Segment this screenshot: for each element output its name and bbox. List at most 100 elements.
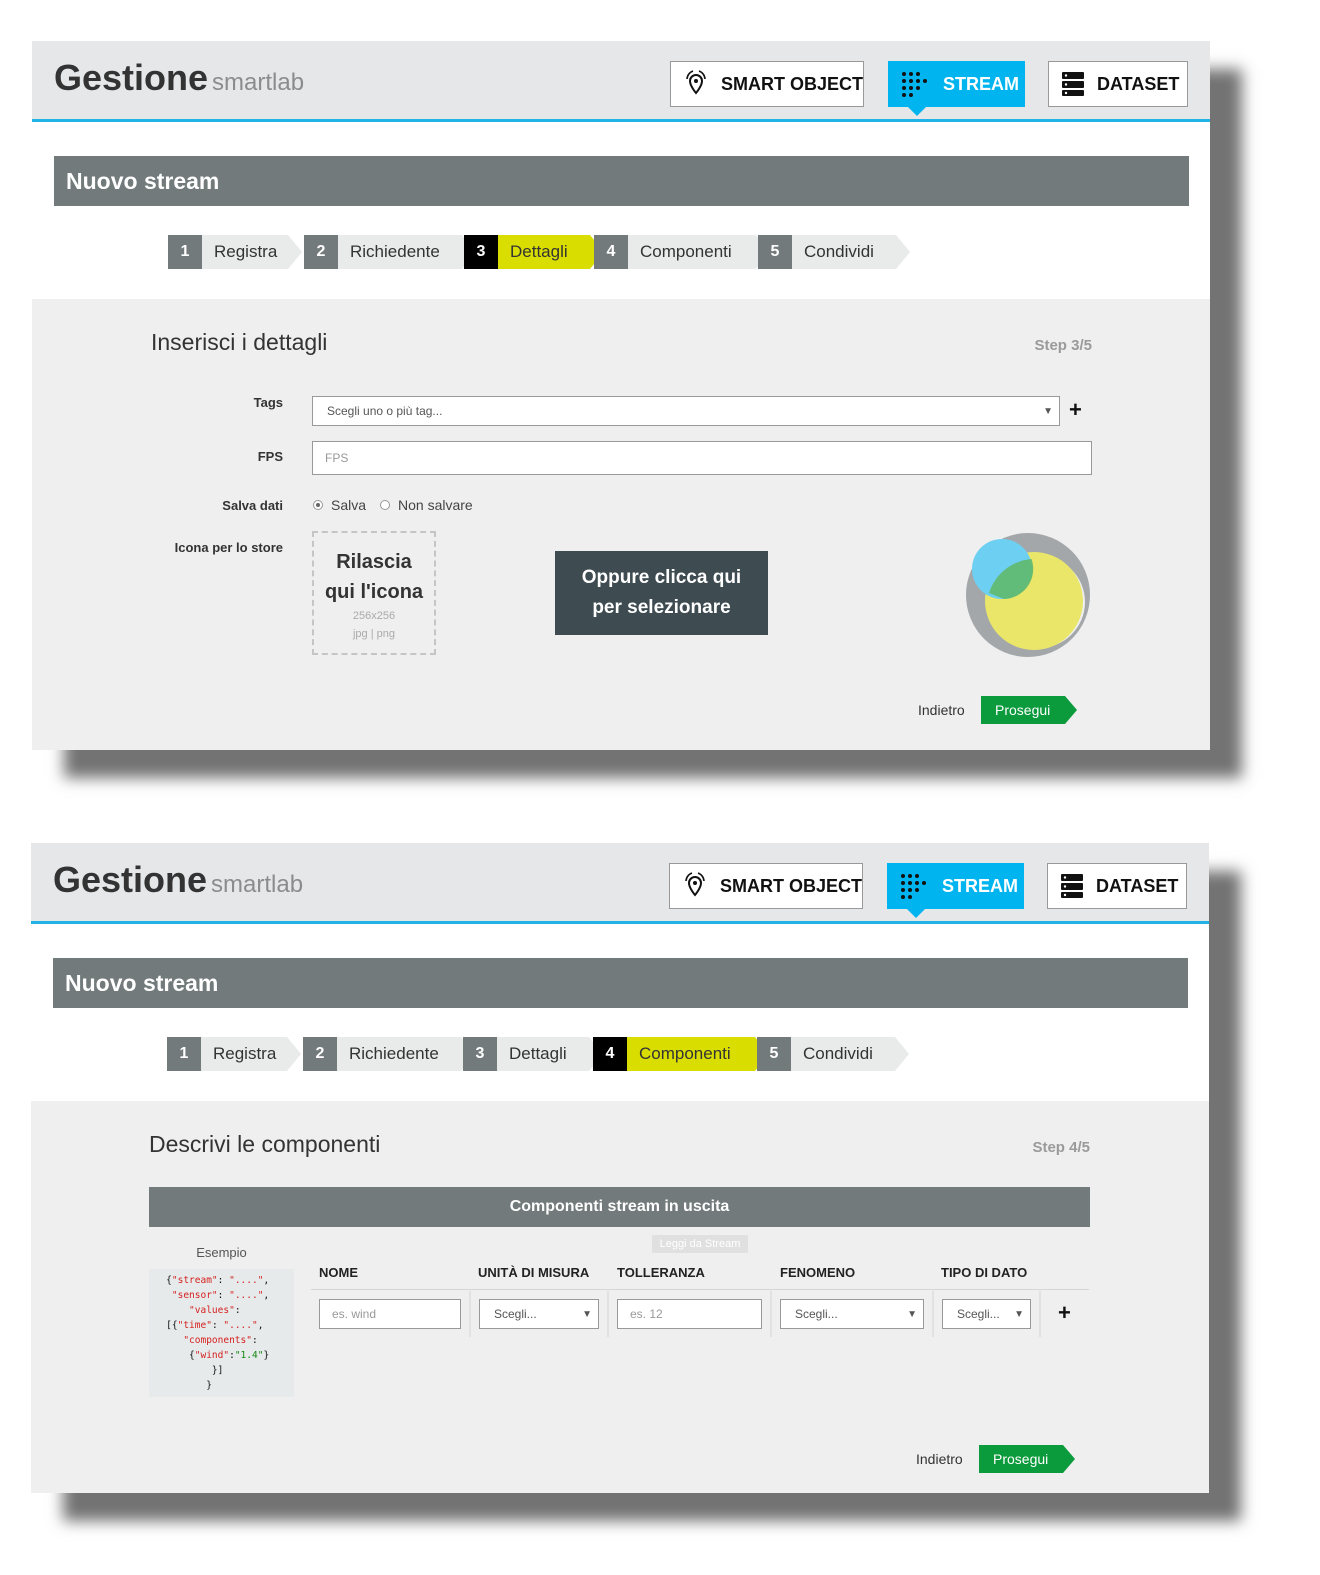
step-counter: Step 3/5 bbox=[1034, 337, 1092, 354]
add-tag-icon[interactable]: + bbox=[1069, 397, 1082, 423]
location-signal-icon bbox=[685, 872, 705, 897]
components-bar-title: Componenti stream in uscita bbox=[149, 1187, 1090, 1227]
step-label: Condividi bbox=[791, 1037, 895, 1071]
details-form: Inserisci i dettagli Step 3/5 Tags Scegl… bbox=[32, 299, 1210, 750]
nav-smart-object-label: SMART OBJECT bbox=[721, 73, 864, 94]
app-header: Gestione smartlab SMART OBJECT STREAM DAT… bbox=[31, 843, 1209, 924]
datatype-select-value: Scegli... bbox=[957, 1307, 1000, 1321]
brand-main: Gestione bbox=[53, 859, 208, 900]
column-header-nome: NOME bbox=[319, 1265, 358, 1280]
step-arrow bbox=[288, 235, 302, 269]
drop-size: 256x256 bbox=[352, 610, 396, 622]
step-arrow bbox=[287, 1037, 301, 1071]
step-counter: Step 4/5 bbox=[1032, 1139, 1090, 1156]
step-label: Componenti bbox=[627, 1037, 755, 1071]
step-number: 4 bbox=[594, 235, 628, 269]
column-header-tolleranza: TOLLERANZA bbox=[617, 1265, 705, 1280]
datatype-select[interactable]: Scegli... ▼ bbox=[942, 1299, 1031, 1329]
phenomenon-select[interactable]: Scegli... ▼ bbox=[780, 1299, 924, 1329]
brand-sub: smartlab bbox=[212, 69, 305, 96]
tags-select[interactable]: Scegli uno o più tag... ▼ bbox=[312, 396, 1060, 426]
brand-sub: smartlab bbox=[211, 871, 304, 898]
example-label: Esempio bbox=[196, 1245, 247, 1260]
radio-dont-save-label: Non salvare bbox=[398, 497, 473, 513]
step-label: Richiedente bbox=[337, 1037, 461, 1071]
dots-grid-icon bbox=[901, 874, 926, 899]
database-icon bbox=[1062, 72, 1084, 96]
unit-select[interactable]: Scegli... ▼ bbox=[479, 1299, 599, 1329]
column-separator bbox=[469, 1291, 471, 1337]
store-icon-label: Icona per lo store bbox=[174, 540, 283, 555]
stream-logo-icon bbox=[966, 533, 1090, 657]
nav-smart-object[interactable]: SMART OBJECT bbox=[669, 863, 863, 909]
nav-smart-object[interactable]: SMART OBJECT bbox=[670, 61, 864, 107]
brand-main: Gestione bbox=[54, 57, 209, 98]
app-header: Gestione smartlab SMART OBJECT STREAM DAT… bbox=[32, 41, 1210, 122]
nav-stream[interactable]: STREAM bbox=[887, 863, 1024, 918]
step-number: 4 bbox=[593, 1037, 627, 1071]
nav-dataset-label: DATASET bbox=[1097, 73, 1180, 94]
chevron-down-icon: ▼ bbox=[1014, 1308, 1024, 1320]
location-signal-icon bbox=[686, 70, 706, 95]
add-component-icon[interactable]: + bbox=[1058, 1300, 1071, 1326]
choose-line-2: per selezionare bbox=[592, 597, 731, 618]
nav-stream[interactable]: STREAM bbox=[888, 61, 1025, 116]
drop-title-1: Rilascia bbox=[336, 551, 412, 573]
step-number: 2 bbox=[304, 235, 338, 269]
step-number: 1 bbox=[167, 1037, 201, 1071]
nav-dataset-label: DATASET bbox=[1096, 875, 1179, 896]
step-number: 3 bbox=[464, 235, 498, 269]
choose-line-1: Oppure clicca qui bbox=[581, 567, 742, 588]
step-number: 1 bbox=[168, 235, 202, 269]
step-label: Componenti bbox=[628, 235, 756, 269]
unit-select-value: Scegli... bbox=[494, 1307, 537, 1321]
chevron-down-icon: ▼ bbox=[582, 1308, 592, 1320]
next-button[interactable]: Prosegui bbox=[979, 1445, 1075, 1473]
brand: Gestione smartlab bbox=[53, 859, 303, 901]
tags-select-value: Scegli uno o più tag... bbox=[327, 404, 443, 418]
nav-smart-object-label: SMART OBJECT bbox=[720, 875, 863, 896]
nav-dataset[interactable]: DATASET bbox=[1048, 61, 1188, 107]
nav-dataset[interactable]: DATASET bbox=[1047, 863, 1187, 909]
fps-input[interactable]: FPS bbox=[312, 441, 1092, 475]
back-link[interactable]: Indietro bbox=[916, 1451, 963, 1467]
read-from-stream-button[interactable]: Leggi da Stream bbox=[652, 1235, 748, 1253]
screen-components: Gestione smartlab SMART OBJECT STREAM DAT… bbox=[31, 843, 1209, 1493]
save-data-label: Salva dati bbox=[222, 498, 283, 513]
nav-stream-label: STREAM bbox=[942, 875, 1018, 896]
column-header-unita: UNITÀ DI MISURA bbox=[478, 1265, 590, 1280]
column-separator bbox=[770, 1291, 772, 1337]
step-number: 3 bbox=[463, 1037, 497, 1071]
column-header-fenomeno: FENOMENO bbox=[780, 1265, 856, 1280]
page-title: Nuovo stream bbox=[54, 156, 1189, 206]
back-link[interactable]: Indietro bbox=[918, 702, 965, 718]
column-separator bbox=[607, 1291, 609, 1337]
radio-save[interactable]: Salva bbox=[313, 497, 366, 513]
brand: Gestione smartlab bbox=[54, 57, 304, 99]
drop-types: jpg | png bbox=[352, 628, 395, 640]
tolerance-input[interactable]: es. 12 bbox=[617, 1299, 762, 1329]
section-heading: Descrivi le componenti bbox=[149, 1131, 381, 1157]
components-form: Descrivi le componenti Step 4/5 Componen… bbox=[31, 1101, 1209, 1493]
step-label: Dettagli bbox=[498, 235, 590, 269]
step-arrow bbox=[895, 1037, 909, 1071]
screen-details: Gestione smartlab SMART OBJECT STREAM DAT… bbox=[32, 41, 1210, 750]
radio-dont-save[interactable]: Non salvare bbox=[380, 497, 473, 513]
component-name-input[interactable]: es. wind bbox=[319, 1299, 461, 1329]
database-icon bbox=[1061, 874, 1083, 898]
step-label: Registra bbox=[202, 235, 288, 269]
radio-dot bbox=[380, 500, 390, 510]
icon-drop-zone[interactable]: Rilascia qui l'icona 256x256 jpg | png bbox=[312, 531, 436, 655]
step-number: 5 bbox=[758, 235, 792, 269]
phenomenon-select-value: Scegli... bbox=[795, 1307, 838, 1321]
step-label: Registra bbox=[201, 1037, 287, 1071]
column-separator bbox=[932, 1291, 934, 1337]
dots-grid-icon bbox=[902, 72, 927, 97]
next-button[interactable]: Prosegui bbox=[981, 696, 1077, 724]
column-header-tipo-dato: TIPO DI DATO bbox=[941, 1265, 1028, 1280]
choose-icon-button[interactable]: Oppure clicca qui per selezionare bbox=[555, 551, 768, 635]
radio-dot-selected bbox=[313, 500, 323, 510]
nav-stream-label: STREAM bbox=[943, 73, 1019, 94]
example-json: {"stream": "....", "sensor": "....", "va… bbox=[149, 1269, 294, 1397]
table-divider bbox=[311, 1289, 1089, 1290]
